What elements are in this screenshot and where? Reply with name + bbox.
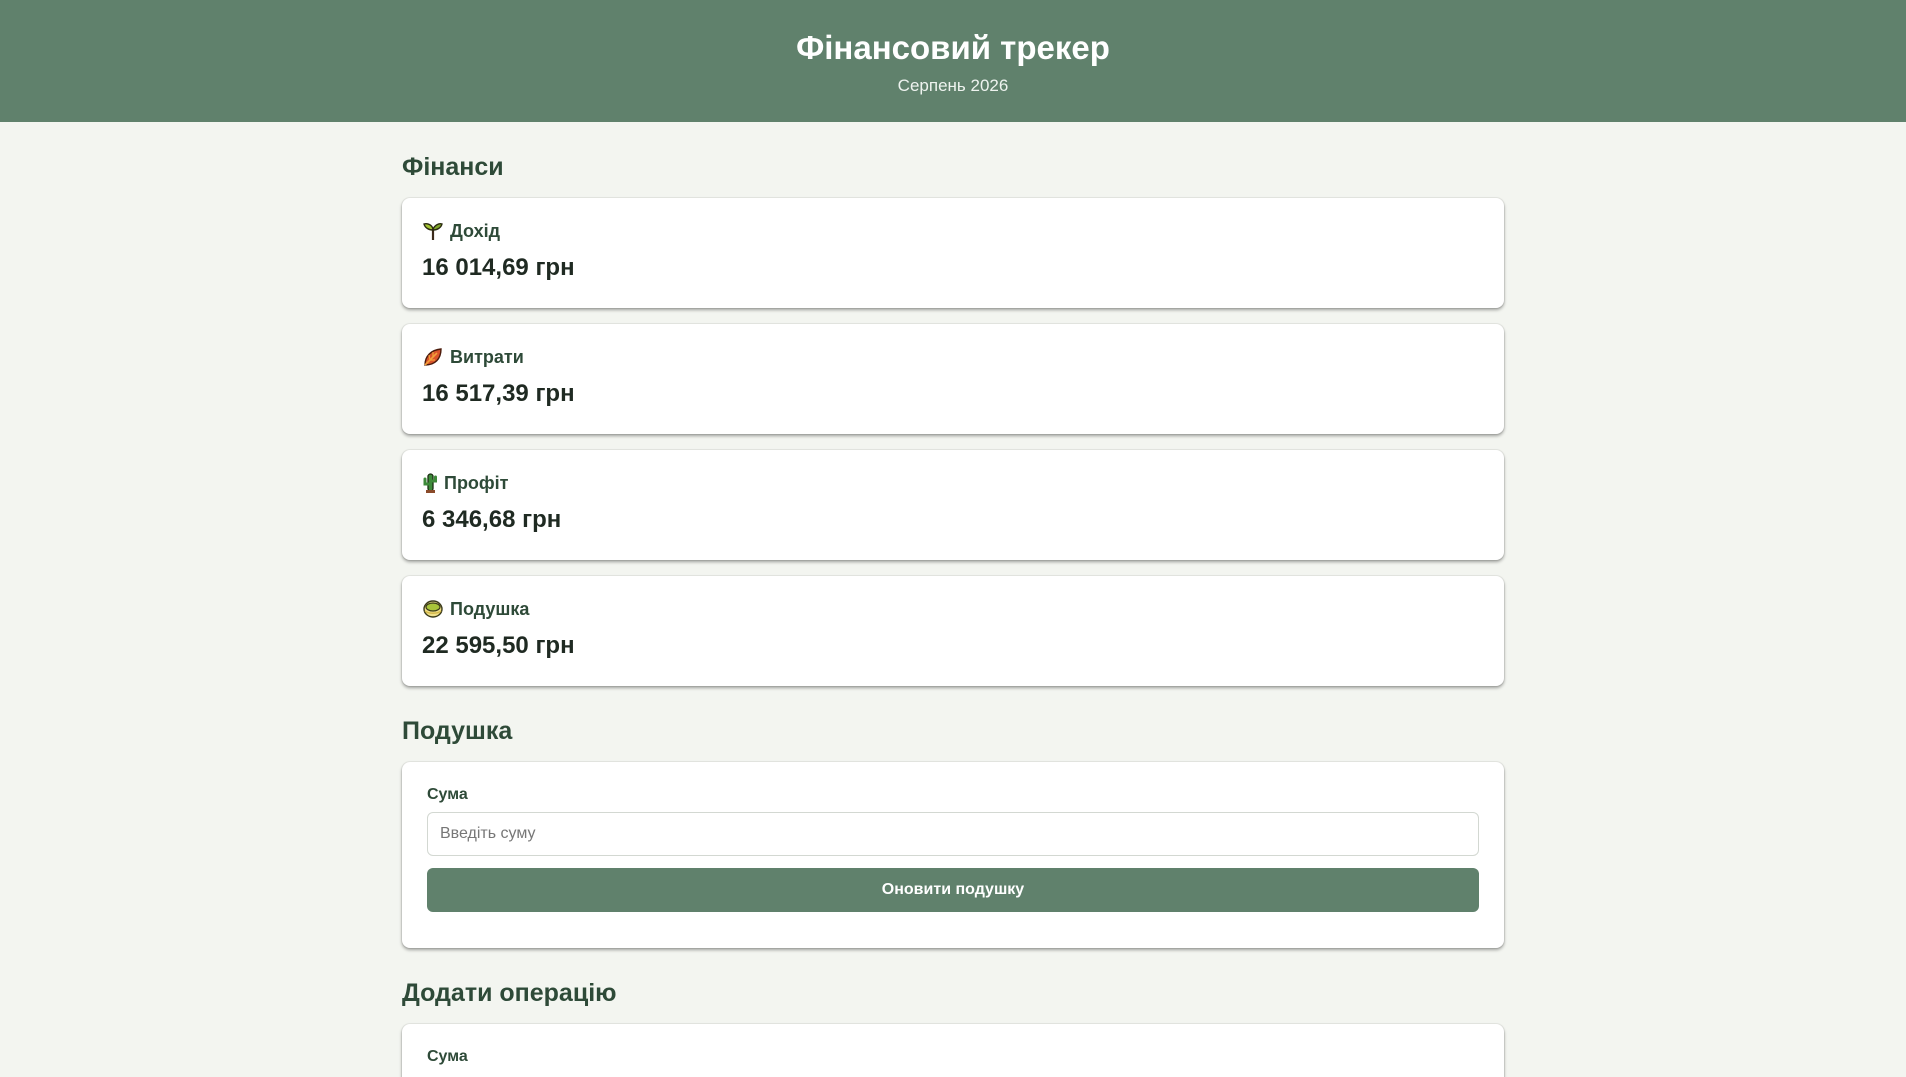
sprout-icon [422,220,444,242]
income-card: Дохід 16 014,69 грн [402,198,1504,308]
profit-card: Профіт 6 346,68 грн [402,450,1504,560]
cushion-amount-label: Сума [427,786,468,803]
app-title: Фінансовий трекер [796,29,1110,66]
expenses-label: Витрати [450,347,524,367]
fallen-leaf-icon [422,346,444,368]
cactus-icon [422,472,438,494]
cushion-icon [422,598,444,620]
income-label: Дохід [450,221,501,241]
profit-label: Профіт [444,473,509,493]
cushion-label: Подушка [450,599,530,619]
cushion-form: Сума Оновити подушку [402,762,1504,948]
expenses-card: Витрати 16 517,39 грн [402,324,1504,434]
profit-value: 6 346,68 грн [422,506,562,533]
cushion-card: Подушка 22 595,50 грн [402,576,1504,686]
main-content: Фінанси Дохід 16 014,69 грн Витрати 16 5… [402,122,1504,1077]
income-value: 16 014,69 грн [422,254,575,281]
profit-label-row: Профіт [422,472,1484,494]
cushion-value: 22 595,50 грн [422,632,575,659]
operation-amount-label: Сума [427,1048,468,1065]
update-cushion-button[interactable]: Оновити подушку [427,868,1479,912]
app-header: Фінансовий трекер Серпень 2026 [0,0,1906,122]
cushion-section-title: Подушка [402,717,513,745]
add-operation-form: Сума [402,1024,1504,1077]
income-label-row: Дохід [422,220,1484,242]
current-month: Серпень 2026 [897,76,1009,95]
expenses-label-row: Витрати [422,346,1484,368]
finance-section-title: Фінанси [402,153,504,181]
expenses-value: 16 517,39 грн [422,380,575,407]
add-operation-section-title: Додати операцію [402,979,617,1007]
cushion-label-row: Подушка [422,598,1484,620]
cushion-amount-input[interactable] [427,812,1479,856]
